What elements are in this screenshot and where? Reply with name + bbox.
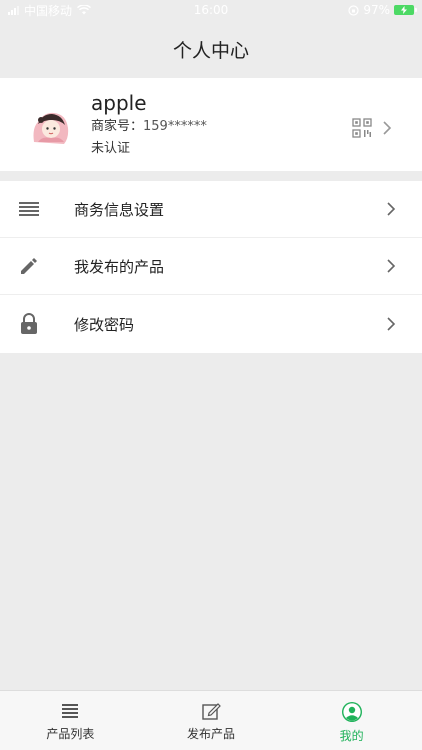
tab-publish-product[interactable]: 发布产品 [141,691,282,750]
chevron-right-icon [387,202,396,216]
pencil-icon [18,255,40,277]
carrier-label: 中国移动 [24,3,73,18]
menu-item-business-info[interactable]: 商务信息设置 [0,181,422,238]
edit-icon [202,703,221,720]
page-title: 个人中心 [172,39,249,62]
chevron-right-icon [387,259,396,273]
battery-icon [394,5,417,15]
qr-code-icon[interactable] [352,118,372,138]
nav-bar: 个人中心 [0,20,422,78]
status-bar: 中国移动 16:00 97% [0,0,422,20]
verify-status: 未认证 [91,141,131,156]
tab-label: 我的 [339,729,364,743]
tab-label: 产品列表 [46,727,95,741]
menu-list: 商务信息设置 我发布的产品 修改密码 [0,181,422,353]
tab-label: 发布产品 [187,727,236,741]
chevron-right-icon[interactable] [382,120,392,136]
list-icon [62,704,79,718]
signal-icon [8,5,19,15]
menu-item-label: 修改密码 [74,315,135,334]
merchant-label: 商家号： [91,119,144,134]
merchant-value: 159****** [143,119,207,134]
chevron-right-icon [387,317,396,331]
avatar[interactable] [24,98,76,150]
tab-product-list[interactable]: 产品列表 [0,691,141,750]
profile-name: apple [91,91,147,115]
orientation-lock-icon [348,4,359,16]
user-icon [341,702,362,722]
tab-mine[interactable]: 我的 [281,691,422,750]
menu-item-change-password[interactable]: 修改密码 [0,295,422,353]
lock-icon [18,313,40,335]
menu-item-label: 商务信息设置 [74,200,165,219]
tab-bar: 产品列表 发布产品 我的 [0,690,422,750]
list-icon [18,198,40,220]
menu-item-my-products[interactable]: 我发布的产品 [0,238,422,295]
battery-percent: 97% [363,3,390,17]
wifi-icon [77,5,91,15]
menu-item-label: 我发布的产品 [74,257,165,276]
merchant-id: 商家号：159****** [91,118,207,136]
